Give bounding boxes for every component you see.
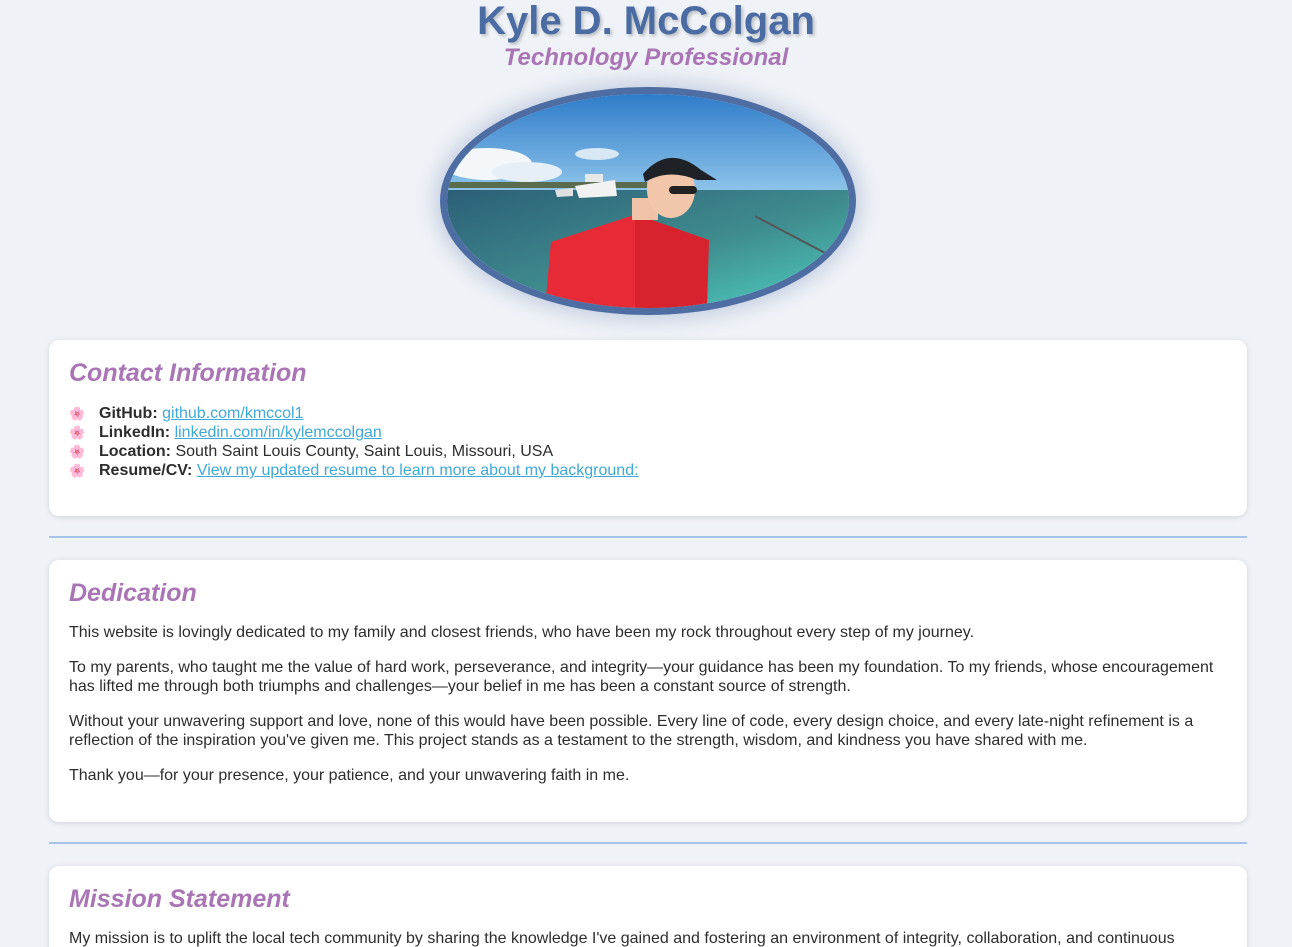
cherry-blossom-icon: 🌸: [69, 425, 86, 440]
contact-item-github: 🌸 GitHub: github.com/kmccol1: [69, 404, 1227, 423]
page-subtitle: Technology Professional: [503, 44, 789, 71]
contact-item-resume: 🌸 Resume/CV: View my updated resume to le…: [69, 461, 1227, 480]
github-link[interactable]: github.com/kmccol1: [162, 405, 303, 422]
page-title: Kyle D. McColgan: [477, 0, 815, 43]
contact-label: Resume/CV:: [99, 462, 193, 479]
profile-photo-image: [447, 94, 849, 308]
contact-card: Contact Information 🌸 GitHub: github.com/…: [49, 340, 1247, 516]
contact-list: 🌸 GitHub: github.com/kmccol1 🌸 LinkedIn: l…: [69, 404, 1227, 480]
contact-item-linkedin: 🌸 LinkedIn: linkedin.com/in/kylemccolgan: [69, 423, 1227, 442]
location-value: South Saint Louis County, Saint Louis, M…: [175, 443, 554, 460]
dedication-paragraph: To my parents, who taught me the value o…: [69, 659, 1214, 695]
profile-photo: [440, 87, 856, 315]
contact-item-location: 🌸 Location: South Saint Louis County, Sai…: [69, 442, 1227, 461]
linkedin-link[interactable]: linkedin.com/in/kylemccolgan: [175, 424, 382, 441]
contact-heading: Contact Information: [69, 359, 307, 387]
dedication-paragraph: Without your unwavering support and love…: [69, 713, 1194, 749]
contact-label: LinkedIn:: [99, 424, 171, 441]
dedication-heading: Dedication: [69, 579, 197, 607]
cherry-blossom-icon: 🌸: [69, 444, 86, 459]
cherry-blossom-icon: 🌸: [69, 406, 86, 421]
section-divider: [49, 536, 1247, 538]
resume-link[interactable]: View my updated resume to learn more abo…: [197, 462, 639, 479]
dedication-paragraph: Thank you—for your presence, your patien…: [69, 767, 630, 784]
contact-label: GitHub:: [99, 405, 158, 422]
page: Kyle D. McColgan Technology Professional: [0, 0, 1292, 947]
mission-heading: Mission Statement: [69, 885, 290, 913]
contact-label: Location:: [99, 443, 171, 460]
mission-card: Mission Statement My mission is to uplif…: [49, 866, 1247, 947]
mission-paragraph: My mission is to uplift the local tech c…: [69, 930, 1175, 947]
cherry-blossom-icon: 🌸: [69, 463, 86, 478]
dedication-card: Dedication This website is lovingly dedi…: [49, 560, 1247, 822]
dedication-paragraph: This website is lovingly dedicated to my…: [69, 624, 975, 641]
section-divider: [49, 842, 1247, 844]
